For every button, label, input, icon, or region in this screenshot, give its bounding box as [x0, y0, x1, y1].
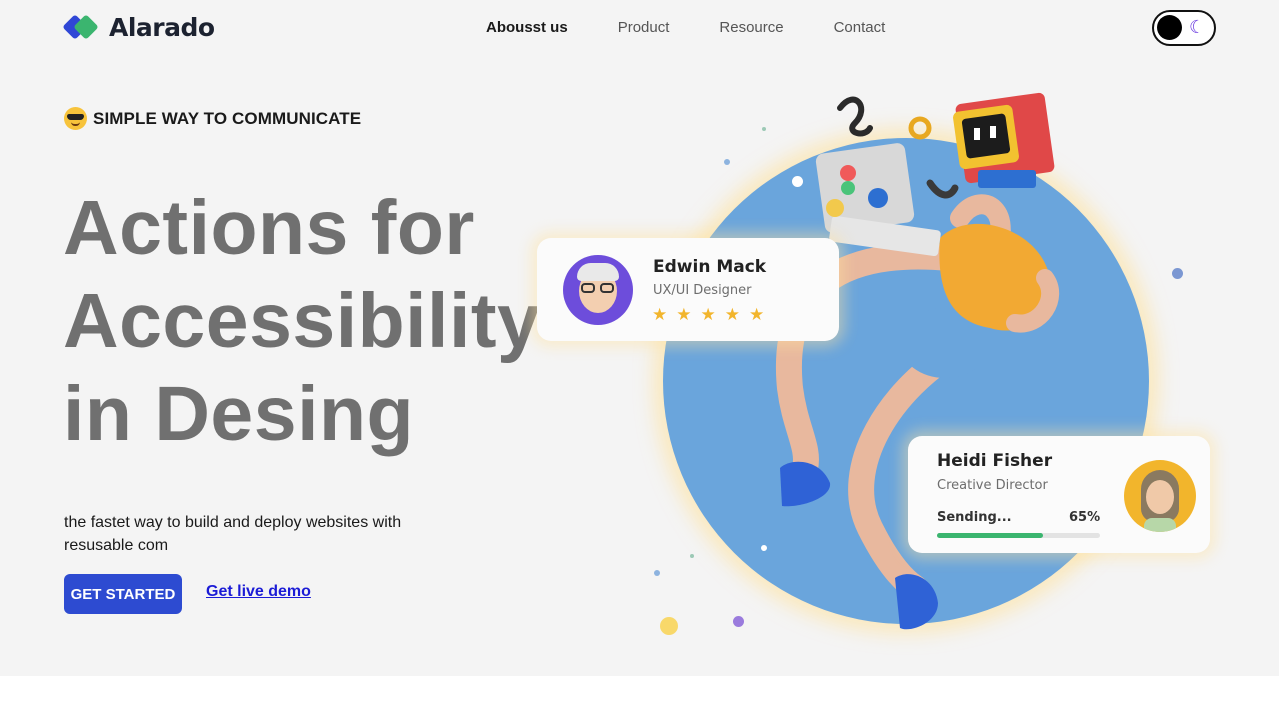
decor-dot: [690, 554, 694, 558]
decor-dot: [1172, 268, 1183, 279]
star-icon: ★: [676, 305, 692, 324]
toggle-knob: [1157, 15, 1182, 40]
hero-headline: Actions for Accessibility in Desing: [63, 182, 540, 461]
decor-dot: [654, 570, 660, 576]
progress-percent: 65%: [1069, 510, 1101, 525]
theme-toggle[interactable]: ☾: [1152, 10, 1216, 46]
decor-dot: [660, 617, 678, 635]
rating-stars: ★ ★ ★ ★ ★: [652, 306, 764, 323]
cool-emoji-icon: [64, 107, 87, 130]
card-name: Heidi Fisher: [937, 451, 1053, 471]
hero-subtext: the fastet way to build and deploy websi…: [64, 514, 402, 554]
sending-status: Sending...: [937, 510, 1012, 525]
progress-track: [937, 533, 1100, 538]
decor-dot: [733, 616, 744, 627]
profile-card-heidi: Heidi Fisher Creative Director Sending..…: [908, 436, 1210, 553]
avatar: [563, 255, 633, 325]
star-icon: ★: [749, 305, 765, 324]
decor-dot: [724, 159, 730, 165]
logo-mark-icon: [62, 13, 99, 41]
brand-name: Alarado: [109, 13, 215, 42]
tagline-text: SIMPLE WAY TO COMMUNICATE: [93, 108, 362, 128]
headline-line-2: Accessibility: [63, 278, 541, 364]
nav-resource[interactable]: Resource: [719, 19, 783, 36]
nav-about[interactable]: Abousst us: [486, 19, 568, 36]
profile-card-edwin: Edwin Mack UX/UI Designer ★ ★ ★ ★ ★: [537, 238, 839, 341]
card-role: UX/UI Designer: [653, 283, 752, 298]
live-demo-link[interactable]: Get live demo: [206, 583, 311, 601]
star-icon: ★: [724, 305, 740, 324]
progress-fill: [937, 533, 1043, 538]
headline-line-3: in Desing: [63, 371, 415, 457]
get-started-button[interactable]: GET STARTED: [64, 574, 182, 614]
headline-line-1: Actions for: [63, 185, 475, 271]
nav-product[interactable]: Product: [618, 19, 670, 36]
hero-tagline: SIMPLE WAY TO COMMUNICATE: [64, 107, 361, 130]
card-role: Creative Director: [937, 478, 1048, 493]
brand-logo[interactable]: Alarado: [62, 13, 215, 42]
nav-contact[interactable]: Contact: [834, 19, 886, 36]
character-illustration: [775, 92, 1060, 630]
card-name: Edwin Mack: [653, 257, 767, 277]
avatar: [1124, 460, 1196, 532]
moon-icon: ☾: [1189, 17, 1206, 37]
star-icon: ★: [700, 305, 716, 324]
next-section: [0, 676, 1282, 719]
main-nav: Abousst us Product Resource Contact: [486, 19, 885, 36]
star-icon: ★: [652, 305, 668, 324]
